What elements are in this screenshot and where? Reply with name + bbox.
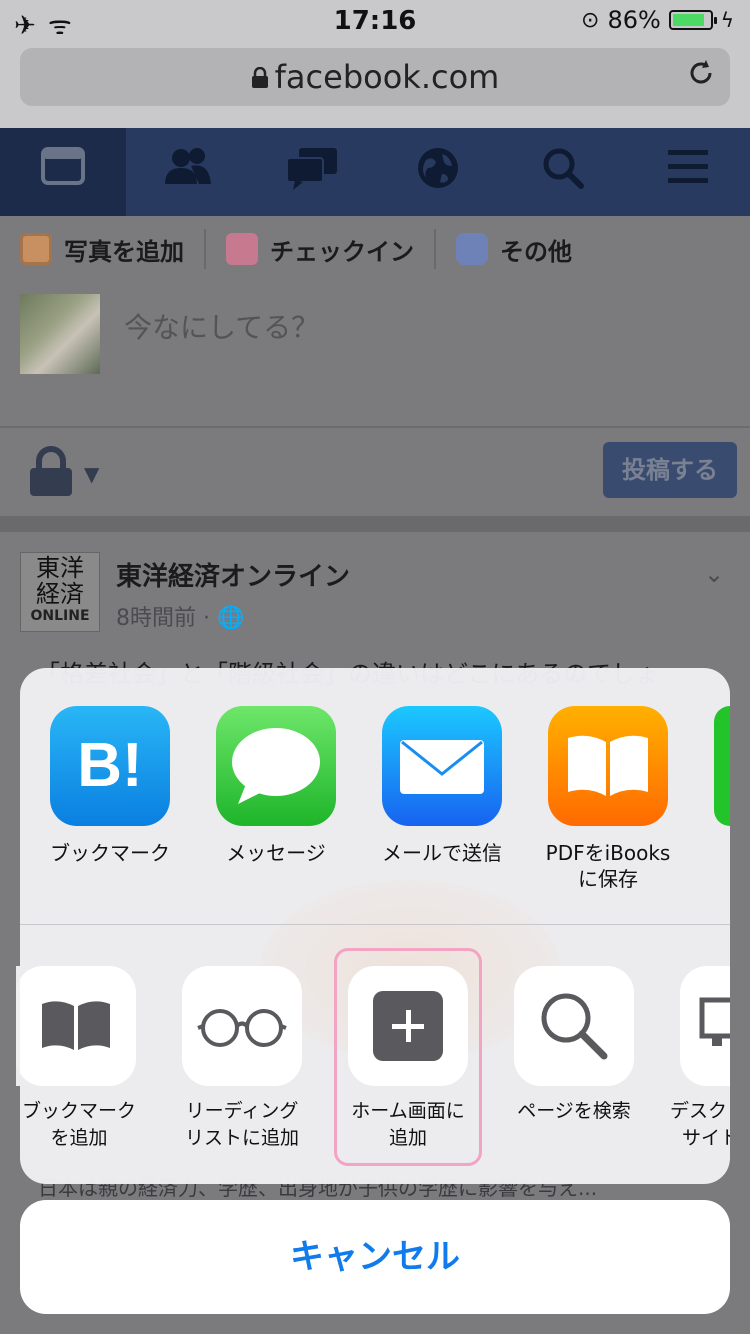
orientation-lock-icon: ⊙ [581,7,600,33]
logo-line: 東洋 [36,554,84,582]
chevron-down-icon[interactable]: ▼ [84,462,99,486]
app-label-messages: メッセージ [226,841,326,865]
lock-icon [251,66,268,88]
menu-icon[interactable] [658,146,718,198]
status-right: ⊙ 86% ϟ [581,6,734,34]
sheet-edge-mask [16,966,20,1086]
feed-separator [0,516,750,532]
magnifier-icon[interactable] [514,966,634,1086]
publisher-name[interactable]: 東洋経済オンライン [116,556,350,593]
action-label-line: サイト [682,1127,730,1149]
desktop-icon[interactable] [680,966,730,1086]
url-field[interactable]: facebook.com [0,58,750,96]
glasses-icon[interactable] [182,966,302,1086]
battery-icon [668,10,717,30]
battery-percent: 86% [607,6,661,34]
news-feed-icon[interactable] [33,146,93,198]
publisher-logo[interactable]: 東洋 経済 ONLINE [20,552,100,632]
status-input[interactable]: 今なにしてる？ [124,306,319,346]
share-sheet-divider [20,924,730,925]
privacy-lock-body[interactable] [30,468,72,496]
add-photo-button[interactable]: 写真を追加 [0,229,206,269]
ibooks-app-icon[interactable] [548,706,668,826]
action-label-reading-list: リーディング リストに追加 [157,1098,327,1152]
cancel-button[interactable]: キャンセル [20,1200,730,1314]
app-label-mail: メールで送信 [382,841,502,865]
search-icon[interactable] [533,146,593,198]
more-label: その他 [500,237,572,266]
more-button[interactable]: その他 [436,229,592,269]
charging-icon: ϟ [720,8,734,32]
composer-divider [0,426,750,428]
book-icon[interactable] [16,966,136,1086]
reload-icon[interactable] [686,58,716,96]
action-label-find-on-page: ページを検索 [517,1100,631,1122]
logo-line: 経済 [36,580,84,608]
messages-icon[interactable] [282,146,342,198]
location-pin-icon [226,233,258,265]
action-label-line: を追加 [50,1127,108,1149]
friends-icon[interactable] [158,146,218,198]
app-label-line: に保存 [578,867,638,891]
add-photo-label: 写真を追加 [64,237,184,266]
line-app-icon-partial[interactable] [714,706,730,826]
hatena-bookmark-icon[interactable]: B! [50,706,170,826]
app-label-line: PDFをiBooks [545,841,671,865]
check-in-label: チェックイン [270,237,414,266]
logo-line: ONLINE [30,608,90,624]
action-label-line: リーディング [185,1100,299,1122]
action-label-line: リストに追加 [184,1127,299,1149]
action-label-line: デスク [670,1100,728,1122]
app-label-ibooks: PDFをiBooks に保存 [523,840,693,892]
story-timestamp[interactable]: 8時間前 · 🌐 [116,600,244,632]
action-label-desktop: デスク サイト [660,1098,730,1152]
photo-icon [20,233,52,265]
check-in-button[interactable]: チェックイン [206,229,436,269]
action-label-line: ブックマーク [21,1100,136,1122]
chevron-down-icon[interactable]: ⌄ [704,560,724,588]
smiley-icon [456,233,488,265]
post-button[interactable]: 投稿する [603,442,737,498]
messages-app-icon[interactable] [216,706,336,826]
globe-icon[interactable] [408,146,468,198]
mail-app-icon[interactable] [382,706,502,826]
composer-actions: 写真を追加 チェックイン その他 [0,226,750,272]
url-text: facebook.com [274,58,500,96]
avatar[interactable] [20,294,100,374]
app-label-bookmark: ブックマーク [50,841,170,865]
add-to-home-highlight [334,948,482,1166]
action-label-add-bookmark: ブックマーク を追加 [0,1098,164,1152]
